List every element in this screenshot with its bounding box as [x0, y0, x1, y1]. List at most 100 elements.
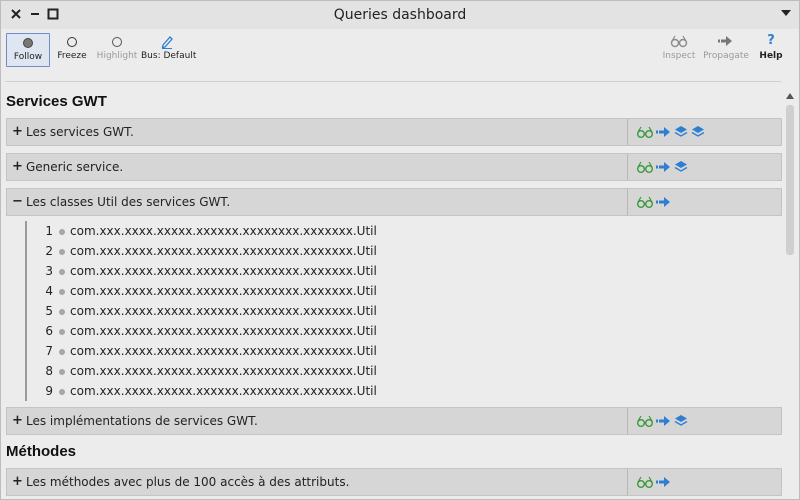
glasses-icon[interactable] [636, 195, 654, 209]
query-label: Les services GWT. [26, 125, 134, 139]
list-item[interactable]: 8 com.xxx.xxxx.xxxxx.xxxxxx.xxxxxxxx.xxx… [27, 361, 385, 381]
propagate-label: Propagate [703, 51, 749, 61]
bus-label: Bus: Default [141, 51, 197, 61]
query-row[interactable]: + Les méthodes avec plus de 100 accès à … [6, 468, 782, 496]
item-text: com.xxx.xxxx.xxxxx.xxxxxx.xxxxxxxx.xxxxx… [70, 244, 377, 258]
arrow-right-icon [718, 36, 732, 46]
item-text: com.xxx.xxxx.xxxxx.xxxxxx.xxxxxxxx.xxxxx… [70, 324, 377, 338]
inspect-label: Inspect [662, 51, 696, 61]
list-item[interactable]: 9 com.xxx.xxxx.xxxxx.xxxxxx.xxxxxxxx.xxx… [27, 381, 385, 401]
results-list: 1 com.xxx.xxxx.xxxxx.xxxxxx.xxxxxxxx.xxx… [25, 221, 385, 401]
item-number: 4 [45, 284, 53, 298]
glasses-icon [670, 35, 688, 48]
highlight-button[interactable]: Highlight [96, 33, 138, 67]
follow-button[interactable]: Follow [6, 33, 50, 67]
inspect-button[interactable]: Inspect [661, 33, 697, 67]
query-label: Les méthodes avec plus de 100 accès à de… [26, 475, 350, 489]
glasses-icon[interactable] [636, 475, 654, 489]
bullet-icon [59, 369, 65, 375]
query-row[interactable]: + Generic service. [6, 153, 782, 181]
window-menu-chevron-down-icon[interactable] [781, 10, 791, 16]
expand-toggle[interactable]: + [12, 159, 24, 175]
queries-dashboard-window: Queries dashboard Follow Freeze Highligh… [0, 0, 800, 500]
bullet-icon [59, 229, 65, 235]
arrow-right-icon[interactable] [656, 125, 672, 139]
list-item[interactable]: 4 com.xxx.xxxx.xxxxx.xxxxxx.xxxxxxxx.xxx… [27, 281, 385, 301]
query-actions [627, 154, 782, 180]
item-number: 1 [45, 224, 53, 238]
query-label: Les classes Util des services GWT. [26, 195, 231, 209]
question-icon: ? [767, 33, 775, 48]
section-title-services-gwt: Services GWT [6, 93, 107, 110]
query-actions [627, 469, 782, 495]
item-text: com.xxx.xxxx.xxxxx.xxxxxx.xxxxxxxx.xxxxx… [70, 304, 377, 318]
query-label: Generic service. [26, 160, 124, 174]
bullet-icon [59, 329, 65, 335]
title-bar: Queries dashboard [1, 1, 799, 29]
query-row[interactable]: + Les implémentations de services GWT. [6, 407, 782, 435]
follow-label: Follow [13, 52, 43, 62]
bullet-icon [59, 349, 65, 355]
scroll-up-icon[interactable] [786, 93, 794, 99]
bullet-icon [59, 289, 65, 295]
highlight-label: Highlight [96, 51, 138, 61]
list-item[interactable]: 2 com.xxx.xxxx.xxxxx.xxxxxx.xxxxxxxx.xxx… [27, 241, 385, 261]
query-actions [627, 408, 782, 434]
list-item[interactable]: 1 com.xxx.xxxx.xxxxx.xxxxxx.xxxxxxxx.xxx… [27, 221, 385, 241]
radio-filled-icon [7, 34, 49, 50]
query-label: Les implémentations de services GWT. [26, 414, 258, 428]
list-item[interactable]: 7 com.xxx.xxxx.xxxxx.xxxxxx.xxxxxxxx.xxx… [27, 341, 385, 361]
bullet-icon [59, 269, 65, 275]
glasses-icon[interactable] [636, 160, 654, 174]
arrow-right-icon[interactable] [656, 475, 672, 489]
toolbar: Follow Freeze Highlight Bus: Default Ins… [1, 29, 799, 69]
freeze-button[interactable]: Freeze [53, 33, 91, 67]
item-number: 3 [45, 264, 53, 278]
item-text: com.xxx.xxxx.xxxxx.xxxxxx.xxxxxxxx.xxxxx… [70, 284, 377, 298]
list-item[interactable]: 3 com.xxx.xxxx.xxxxx.xxxxxx.xxxxxxxx.xxx… [27, 261, 385, 281]
item-number: 5 [45, 304, 53, 318]
item-number: 2 [45, 244, 53, 258]
bus-button[interactable]: Bus: Default [141, 33, 197, 67]
arrow-right-icon[interactable] [656, 195, 672, 209]
item-text: com.xxx.xxxx.xxxxx.xxxxxx.xxxxxxxx.xxxxx… [70, 364, 377, 378]
propagate-button[interactable]: Propagate [703, 33, 749, 67]
bullet-icon [59, 309, 65, 315]
vertical-scrollbar[interactable] [783, 91, 797, 497]
dashboard-content: Services GWT + Les services GWT. + Gener… [1, 85, 783, 500]
query-actions [627, 189, 782, 215]
expand-toggle[interactable]: + [12, 124, 24, 140]
glasses-icon[interactable] [636, 414, 654, 428]
item-text: com.xxx.xxxx.xxxxx.xxxxxx.xxxxxxxx.xxxxx… [70, 224, 377, 238]
item-number: 9 [45, 384, 53, 398]
layers-icon[interactable] [674, 414, 688, 428]
glasses-icon[interactable] [636, 125, 654, 139]
section-title-methodes: Méthodes [6, 443, 77, 460]
expand-toggle[interactable]: + [12, 413, 24, 429]
arrow-right-icon[interactable] [656, 414, 672, 428]
query-row[interactable]: + Les services GWT. [6, 118, 782, 146]
radio-icon [96, 33, 138, 49]
item-number: 8 [45, 364, 53, 378]
help-button[interactable]: ? Help [755, 33, 787, 67]
layers-icon[interactable] [674, 160, 688, 174]
pencil-icon [161, 36, 173, 49]
bullet-icon [59, 389, 65, 395]
radio-icon [53, 33, 91, 49]
layers-icon[interactable] [691, 125, 705, 139]
scroll-thumb[interactable] [786, 105, 794, 255]
item-text: com.xxx.xxxx.xxxxx.xxxxxx.xxxxxxxx.xxxxx… [70, 344, 377, 358]
toolbar-separator [5, 81, 781, 82]
item-text: com.xxx.xxxx.xxxxx.xxxxxx.xxxxxxxx.xxxxx… [70, 384, 377, 398]
arrow-right-icon[interactable] [656, 160, 672, 174]
list-item[interactable]: 5 com.xxx.xxxx.xxxxx.xxxxxx.xxxxxxxx.xxx… [27, 301, 385, 321]
item-text: com.xxx.xxxx.xxxxx.xxxxxx.xxxxxxxx.xxxxx… [70, 264, 377, 278]
help-label: Help [759, 51, 783, 61]
item-number: 7 [45, 344, 53, 358]
collapse-toggle[interactable]: − [12, 194, 24, 210]
expand-toggle[interactable]: + [12, 474, 24, 490]
query-row-expanded[interactable]: − Les classes Util des services GWT. [6, 188, 782, 216]
list-item[interactable]: 6 com.xxx.xxxx.xxxxx.xxxxxx.xxxxxxxx.xxx… [27, 321, 385, 341]
query-actions [627, 119, 782, 145]
layers-icon[interactable] [674, 125, 688, 139]
